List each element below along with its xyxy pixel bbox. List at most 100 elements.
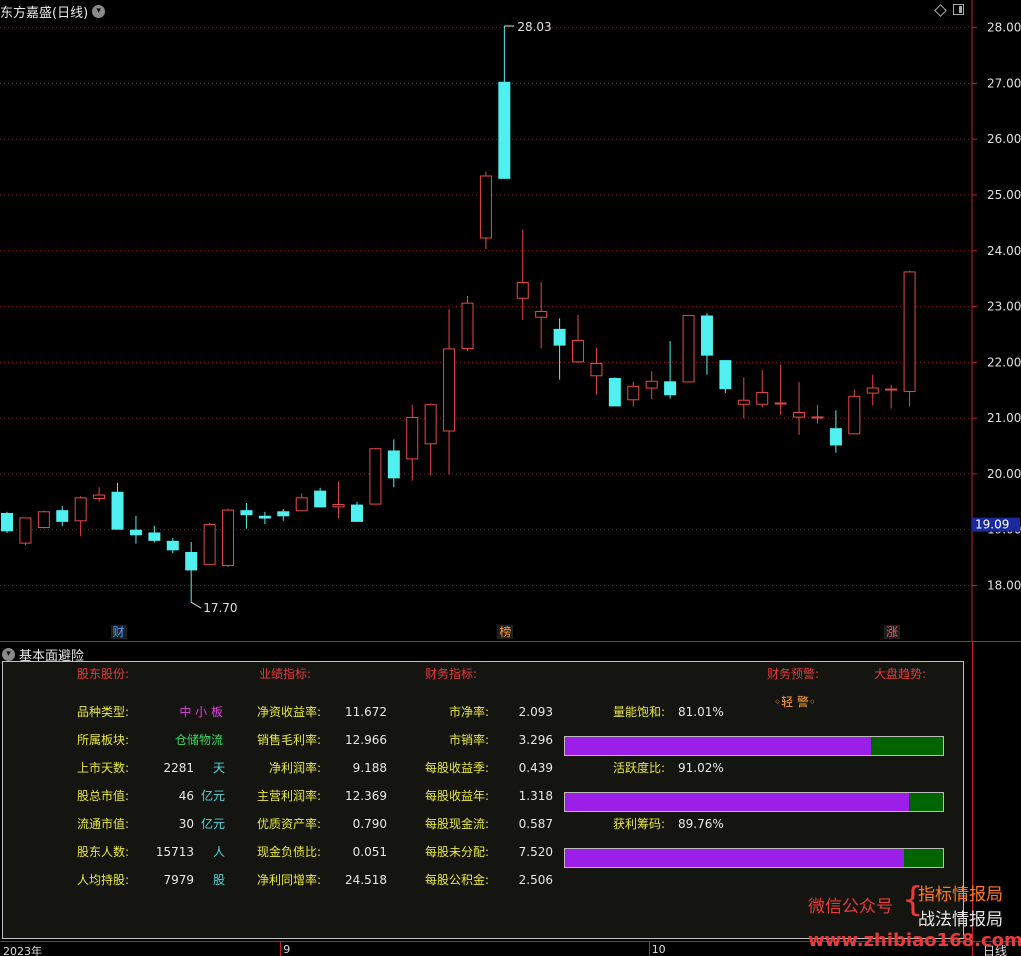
shareholder-value: 2281 (163, 761, 194, 775)
candle-body (682, 314, 695, 383)
candle-body (664, 381, 677, 396)
watermark-line2: 战法情报局 (918, 910, 1003, 930)
financial-value: 2.506 (518, 873, 553, 887)
candle-body (443, 348, 456, 432)
candle-body (793, 411, 806, 418)
price-tick-label: 24.00 (987, 244, 1021, 258)
candle-body (166, 540, 179, 551)
candle-body (111, 491, 124, 530)
financial-label: 每股公积金: (424, 873, 489, 887)
candle-body (314, 490, 327, 508)
performance-value: 24.518 (345, 873, 387, 887)
financial-value: 2.093 (518, 705, 553, 719)
shareholder-value: 46 (178, 789, 194, 803)
candle-body (406, 417, 419, 460)
shareholder-value: 30 (178, 817, 194, 831)
performance-value: 12.369 (345, 789, 387, 803)
financial-label: 每股收益季: (424, 761, 489, 775)
financial-label: 每股未分配: (424, 845, 489, 859)
header-market-trend: 大盘趋势: (874, 667, 927, 681)
candle-body (19, 517, 32, 544)
event-badge[interactable]: 涨 (884, 625, 901, 639)
watermark-line1: 指标情报局 (918, 885, 1003, 905)
shareholder-unit: 亿元 (201, 817, 226, 831)
candle-body (277, 511, 290, 517)
price-tick-label: 27.00 (987, 76, 1021, 90)
financial-value: 0.439 (518, 761, 553, 775)
shareholder-label: 人均持股: (77, 873, 130, 887)
price-chart[interactable]: 18.0019.0020.0021.0022.0023.0024.0025.00… (0, 0, 1021, 641)
candle-body (885, 388, 898, 391)
chart-corner-icons (934, 4, 964, 17)
candle-body (811, 416, 824, 419)
price-tick-label: 20.00 (987, 467, 1021, 481)
shareholder-label: 所属板块: (77, 733, 130, 747)
candle-body (590, 362, 603, 377)
performance-label: 净利同增率: (256, 873, 321, 887)
candle-body (608, 377, 621, 407)
candle-body (572, 340, 585, 363)
candle-body (222, 509, 235, 566)
chart-title: 东方嘉盛(日线) (0, 5, 89, 21)
candle-body (774, 402, 787, 405)
candle-body (350, 504, 363, 522)
performance-value: 11.672 (345, 705, 387, 719)
shareholder-value: 7979 (163, 873, 194, 887)
price-tick-label: 26.00 (987, 132, 1021, 146)
high-price-label: 28.03 (517, 20, 551, 34)
chart-title-bar: 东方嘉盛(日线) ▾ (0, 2, 106, 21)
candle-body (461, 302, 474, 349)
shareholder-unit: 亿元 (201, 789, 226, 803)
candlestick-chart-area[interactable]: 18.0019.0020.0021.0022.0023.0024.0025.00… (0, 0, 1021, 641)
header-performance: 业绩指标: (259, 667, 312, 681)
financial-label: 市销率: (448, 733, 489, 747)
watermark-url: www.zhibiao168.com (808, 930, 1021, 951)
candle-body (737, 399, 750, 405)
current-price-label: 19.09 (975, 518, 1009, 532)
performance-value: 12.966 (345, 733, 387, 747)
shareholder-label: 品种类型: (77, 705, 130, 719)
diamond-icon[interactable] (934, 4, 947, 17)
performance-label: 净资收益率: (256, 705, 321, 719)
metric-bar-fill (565, 737, 872, 755)
candle-body (516, 282, 529, 299)
candle-body (148, 532, 161, 541)
candle-body (258, 515, 271, 519)
date-tick (280, 942, 282, 956)
candle-body (332, 504, 345, 508)
candle-body (37, 511, 50, 529)
date-tick (648, 942, 650, 956)
shareholder-label: 股总市值: (77, 789, 130, 803)
candle-body (903, 271, 916, 392)
metric-label: 量能饱和: (613, 705, 666, 719)
metric-bar (564, 792, 944, 812)
metric-value: 89.76% (678, 817, 724, 831)
shareholder-label: 股东人数: (77, 845, 130, 859)
candle-body (645, 380, 658, 389)
candle-body (56, 510, 69, 522)
financial-value: 3.296 (518, 733, 553, 747)
performance-label: 销售毛利率: (256, 733, 321, 747)
header-financial-warning: 财务预警: (767, 667, 820, 681)
metric-label: 获利筹码: (613, 817, 666, 831)
panel-toggle-icon[interactable] (953, 4, 964, 15)
financial-label: 市净率: (448, 705, 489, 719)
candle-body (295, 497, 308, 512)
performance-value: 9.188 (352, 761, 387, 775)
chevron-down-icon[interactable]: ▾ (92, 4, 106, 18)
chevron-down-icon[interactable]: ▾ (2, 648, 15, 661)
performance-label: 现金负债比: (256, 845, 321, 859)
event-badge[interactable]: 财 (110, 625, 127, 639)
shareholder-label: 上市天数: (77, 761, 130, 775)
candle-body (1, 512, 13, 532)
event-badge[interactable]: 榜 (497, 625, 514, 639)
candle-body (498, 81, 511, 179)
date-label: 2023年 (3, 945, 42, 956)
date-label: 9 (283, 943, 291, 956)
candle-body (240, 510, 253, 516)
candle-body (203, 524, 216, 565)
candle-body (829, 428, 842, 446)
candle-body (848, 395, 861, 435)
price-tick-label: 28.00 (987, 21, 1021, 35)
price-tick-label: 23.00 (987, 300, 1021, 314)
